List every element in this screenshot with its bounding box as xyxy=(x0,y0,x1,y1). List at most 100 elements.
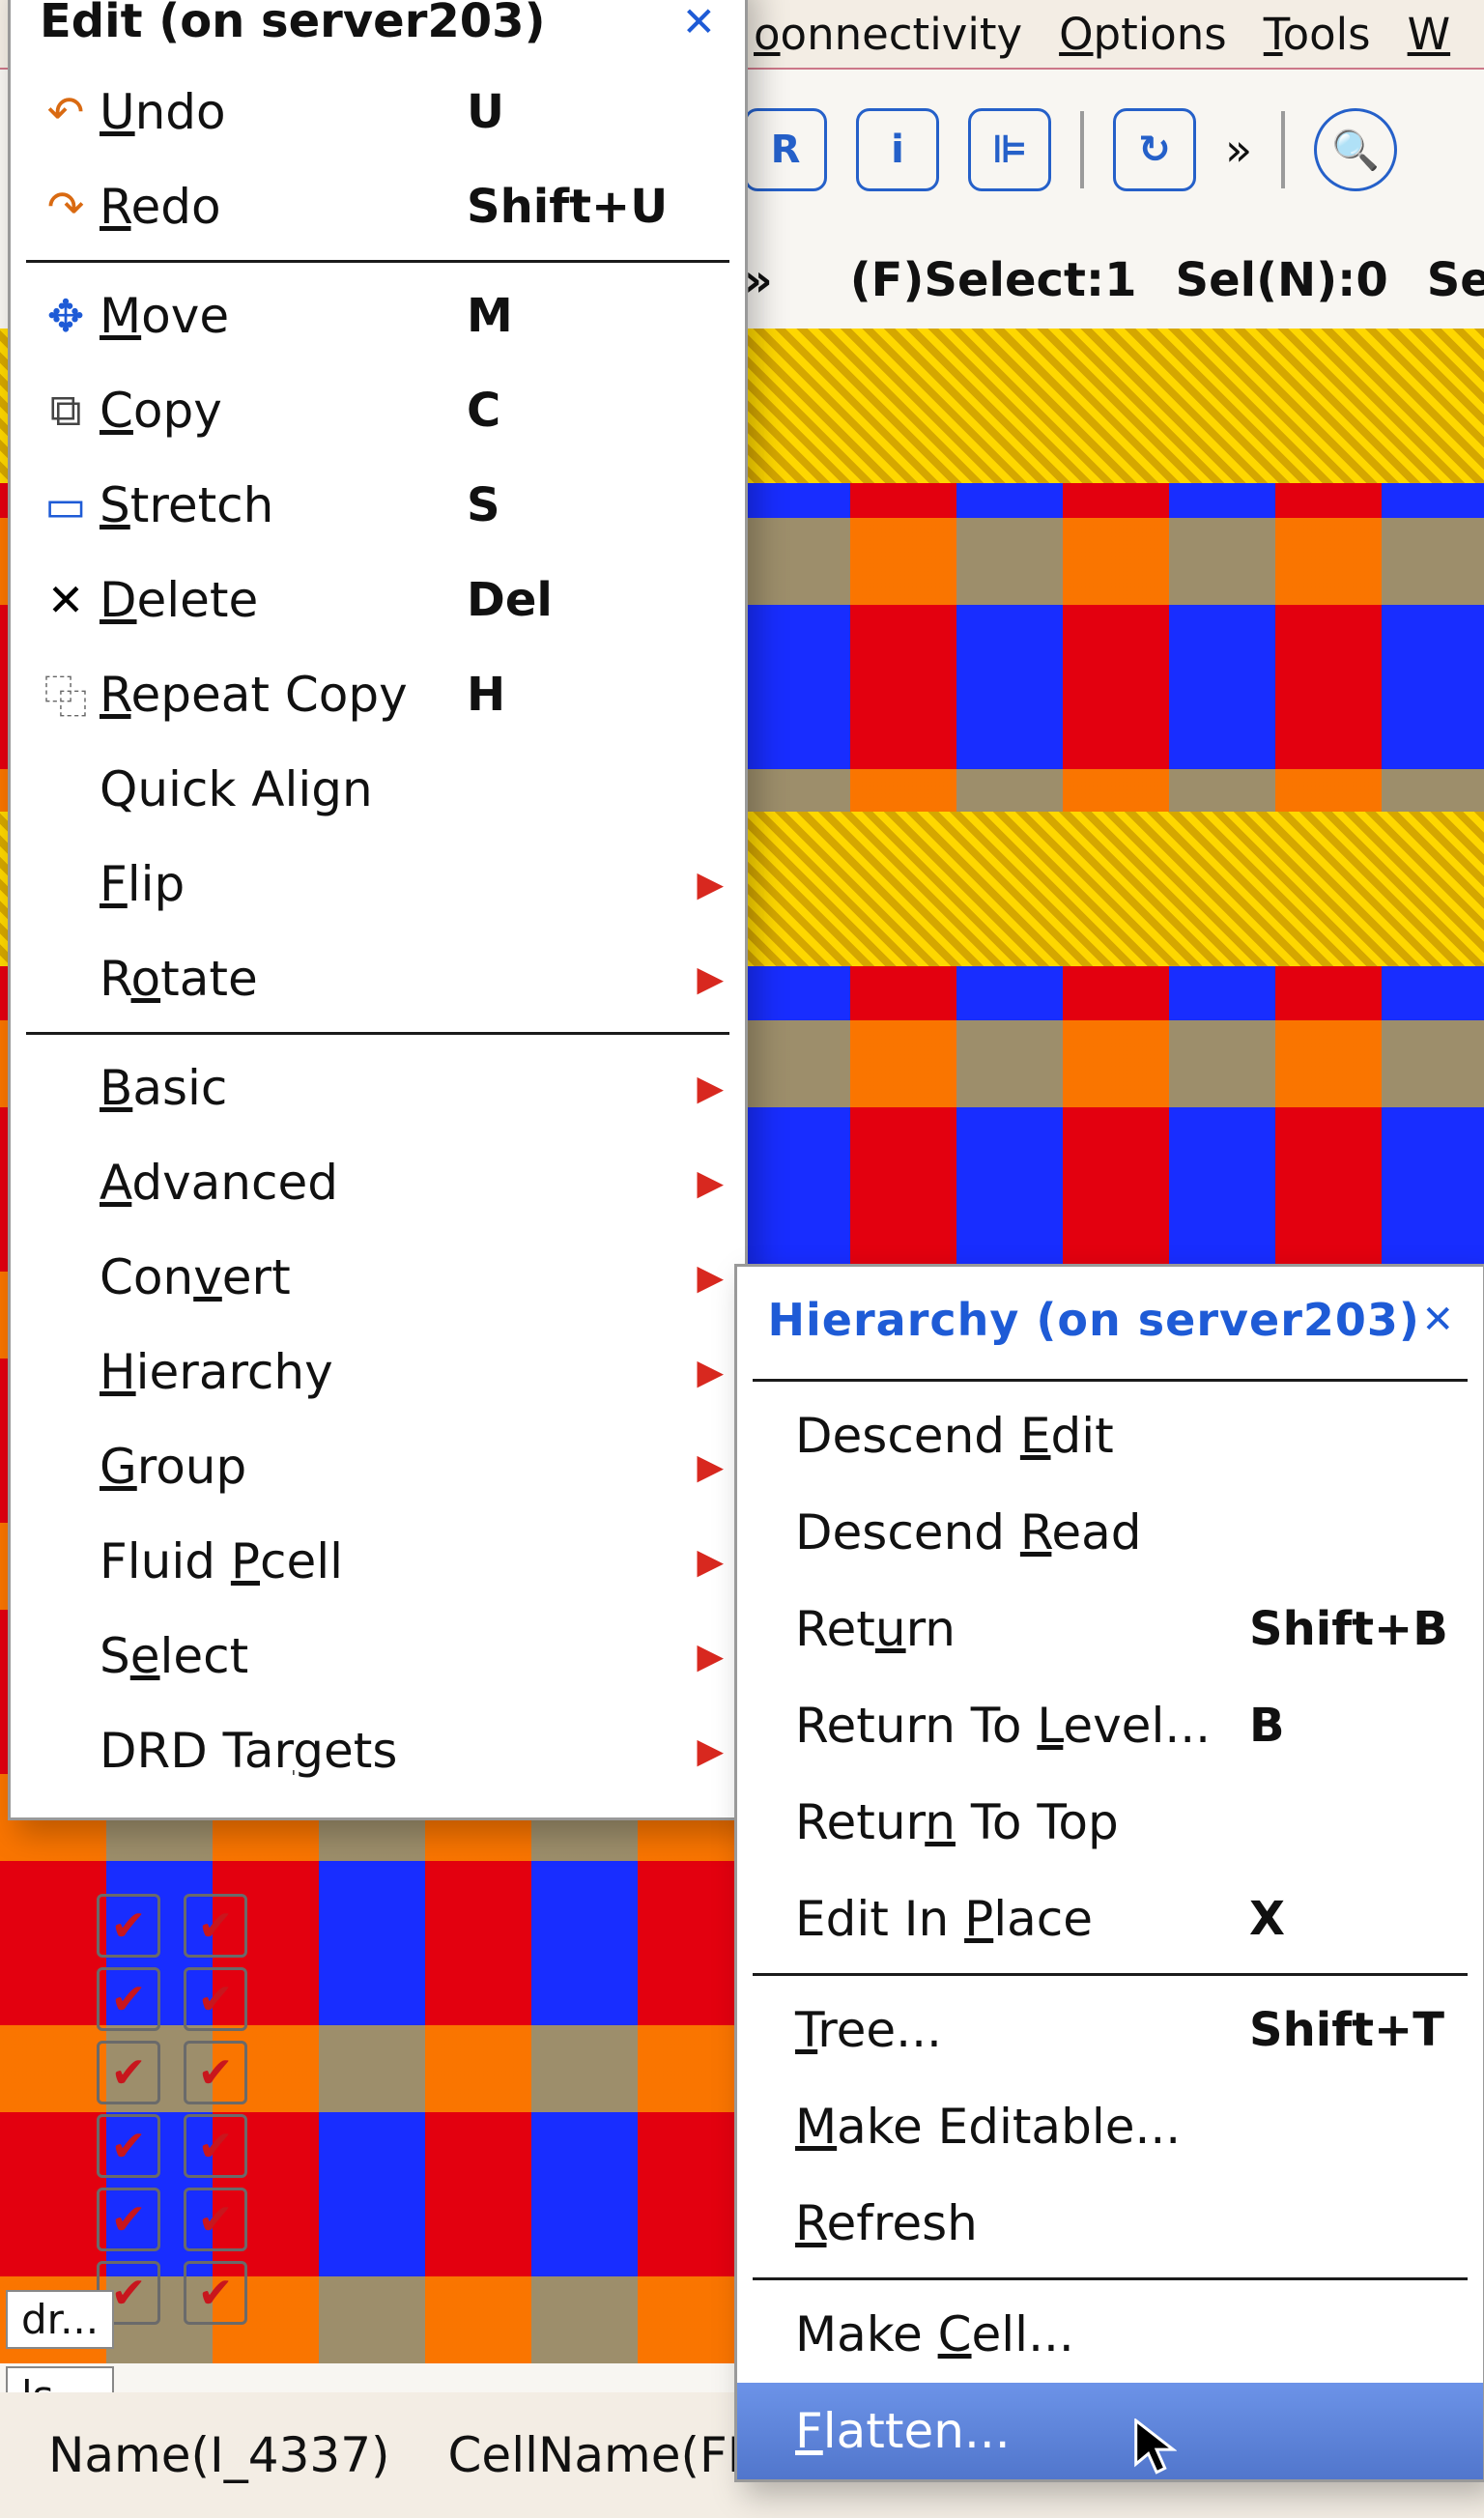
undo-icon: ↶ xyxy=(32,86,100,138)
submenu-arrow-icon: ▶ xyxy=(697,1637,724,1676)
menubar-item-options[interactable]: Options xyxy=(1059,9,1227,60)
cursor-icon xyxy=(1132,2418,1177,2476)
info-icon[interactable]: i xyxy=(856,108,939,191)
accel: H xyxy=(467,668,660,722)
menu-item-make-cell[interactable]: Make Cell... xyxy=(737,2286,1483,2383)
toolbar: R i ⊫ ↻ » 🔍 xyxy=(744,92,1484,208)
unpin-icon[interactable]: ✕ xyxy=(1421,1298,1454,1342)
accel: S xyxy=(467,478,660,532)
layer-check[interactable]: ✔ xyxy=(97,2188,160,2251)
layer-check[interactable]: ✔ xyxy=(184,1894,247,1958)
menu-item-edit-in-place[interactable]: Edit In Place X xyxy=(737,1871,1483,1967)
redo-icon: ↷ xyxy=(32,181,100,233)
menu-item-flip[interactable]: Flip ▶ xyxy=(11,837,745,931)
layer-check[interactable]: ✔ xyxy=(97,1967,160,2031)
refresh-icon[interactable]: ↻ xyxy=(1113,108,1196,191)
edit-menu-title: Edit (on server203) ✕ xyxy=(11,0,745,65)
accel: Shift+U xyxy=(467,180,668,234)
repeat-copy-icon: ⿻ xyxy=(32,663,100,727)
submenu-arrow-icon: ▶ xyxy=(697,1447,724,1487)
menu-item-convert[interactable]: Convert ▶ xyxy=(11,1230,745,1325)
menu-item-fluid-pcell[interactable]: Fluid Pcell ▶ xyxy=(11,1514,745,1609)
menu-separator xyxy=(753,1379,1468,1382)
toolbar-overflow-icon[interactable]: » xyxy=(1225,124,1252,176)
menu-item-select[interactable]: Select ▶ xyxy=(11,1609,745,1703)
layer-check[interactable]: ✔ xyxy=(97,2041,160,2104)
menu-separator xyxy=(753,1973,1468,1976)
move-icon: ✥ xyxy=(32,290,100,342)
menubar-item-connectivity[interactable]: oonnectivityonnectivity xyxy=(754,9,1022,60)
layer-check[interactable]: ✔ xyxy=(184,1967,247,2031)
accel: B xyxy=(1249,1699,1442,1753)
delete-icon: ✕ xyxy=(32,574,100,626)
menu-item-hierarchy[interactable]: Hierarchy ▶ xyxy=(11,1325,745,1419)
menu-item-copy[interactable]: ⧉ Copy C xyxy=(11,363,745,458)
menu-separator xyxy=(753,2277,1468,2280)
menu-item-drd-targets[interactable]: DRD Targets ▶ xyxy=(11,1703,745,1798)
menu-item-return-to-level[interactable]: Return To Level... B xyxy=(737,1677,1483,1774)
menu-item-descend-read[interactable]: Descend Read xyxy=(737,1484,1483,1581)
menu-item-advanced[interactable]: Advanced ▶ xyxy=(11,1135,745,1230)
menu-item-descend-edit[interactable]: Descend Edit xyxy=(737,1388,1483,1484)
accel: Del xyxy=(467,573,660,627)
menu-item-undo[interactable]: ↶ Undo U xyxy=(11,65,745,159)
menu-item-move[interactable]: ✥ Move M xyxy=(11,269,745,363)
menu-item-tree[interactable]: Tree... Shift+T xyxy=(737,1982,1483,2078)
menu-item-flatten[interactable]: Flatten... xyxy=(737,2383,1483,2479)
accel: Shift+T xyxy=(1249,2003,1444,2057)
menu-item-delete[interactable]: ✕ Delete Del xyxy=(11,553,745,647)
menu-item-refresh[interactable]: Refresh xyxy=(737,2175,1483,2272)
layer-check[interactable]: ✔ xyxy=(184,2261,247,2325)
side-dr[interactable]: dr... xyxy=(6,2290,114,2349)
submenu-arrow-icon: ▶ xyxy=(697,865,724,904)
toolbar-separator xyxy=(1080,111,1084,188)
accel: Shift+B xyxy=(1249,1602,1448,1656)
layer-check[interactable]: ✔ xyxy=(97,1894,160,1958)
submenu-arrow-icon: ▶ xyxy=(697,959,724,999)
submenu-arrow-icon: ▶ xyxy=(697,1163,724,1203)
menubar-item-w[interactable]: W xyxy=(1408,9,1451,60)
menu-item-group[interactable]: Group ▶ xyxy=(11,1419,745,1514)
menu-item-rotate[interactable]: Rotate ▶ xyxy=(11,931,745,1026)
menu-item-return[interactable]: Return Shift+B xyxy=(737,1581,1483,1677)
menu-item-basic[interactable]: Basic ▶ xyxy=(11,1041,745,1135)
layer-check[interactable]: ✔ xyxy=(97,2114,160,2178)
accel: U xyxy=(467,85,660,139)
menu-separator xyxy=(26,1032,729,1035)
toolbar-separator-2 xyxy=(1281,111,1285,188)
menu-separator xyxy=(26,260,729,263)
unpin-icon[interactable]: ✕ xyxy=(682,0,716,45)
menubar-item-tools[interactable]: Tools xyxy=(1264,9,1371,60)
toolbar-status: » (F)Select:1 Sel(N):0 Se xyxy=(744,242,1484,319)
accel: M xyxy=(467,289,660,343)
layer-check[interactable]: ✔ xyxy=(184,2188,247,2251)
stretch-icon: ▭ xyxy=(32,479,100,531)
menu-item-stretch[interactable]: ▭ Stretch S xyxy=(11,458,745,553)
menu-item-repeat-copy[interactable]: ⿻ Repeat Copy H xyxy=(11,647,745,742)
hierarchy-submenu-title: Hierarchy (on server203) ✕ xyxy=(737,1267,1483,1373)
fselect-indicator: (F)Select:1 xyxy=(850,253,1137,307)
toolbar2-overflow-icon[interactable]: » xyxy=(744,254,773,306)
menu-item-redo[interactable]: ↷ Redo Shift+U xyxy=(11,159,745,254)
edit-menu: Edit (on server203) ✕ ↶ Undo U ↷ Redo Sh… xyxy=(8,0,748,1820)
menu-item-return-to-top[interactable]: Return To Top xyxy=(737,1774,1483,1871)
r-icon[interactable]: R xyxy=(744,108,827,191)
status-name: Name(I_4337) xyxy=(48,2427,390,2483)
zoom-icon[interactable]: 🔍 xyxy=(1314,108,1397,191)
accel: C xyxy=(467,384,660,438)
hierarchy-submenu: Hierarchy (on server203) ✕ Descend Edit … xyxy=(734,1264,1484,2482)
seln-indicator: Sel(N):0 xyxy=(1176,253,1388,307)
layer-check[interactable]: ✔ xyxy=(184,2041,247,2104)
submenu-arrow-icon: ▶ xyxy=(697,1542,724,1582)
layer-check[interactable]: ✔ xyxy=(184,2114,247,2178)
ruler-icon[interactable]: ⊫ xyxy=(968,108,1051,191)
menu-item-make-editable[interactable]: Make Editable... xyxy=(737,2078,1483,2175)
submenu-arrow-icon: ▶ xyxy=(697,1731,724,1771)
accel: X xyxy=(1249,1892,1442,1946)
submenu-arrow-icon: ▶ xyxy=(697,1353,724,1392)
layer-visibility-checks: ✔ ✔ ✔ ✔ ✔ ✔ ✔ ✔ ✔ ✔ ✔ ✔ xyxy=(97,1894,261,2325)
menu-item-quick-align[interactable]: Quick Align xyxy=(11,742,745,837)
submenu-arrow-icon: ▶ xyxy=(697,1258,724,1298)
submenu-arrow-icon: ▶ xyxy=(697,1069,724,1108)
se-trail-indicator: Se xyxy=(1427,253,1484,307)
